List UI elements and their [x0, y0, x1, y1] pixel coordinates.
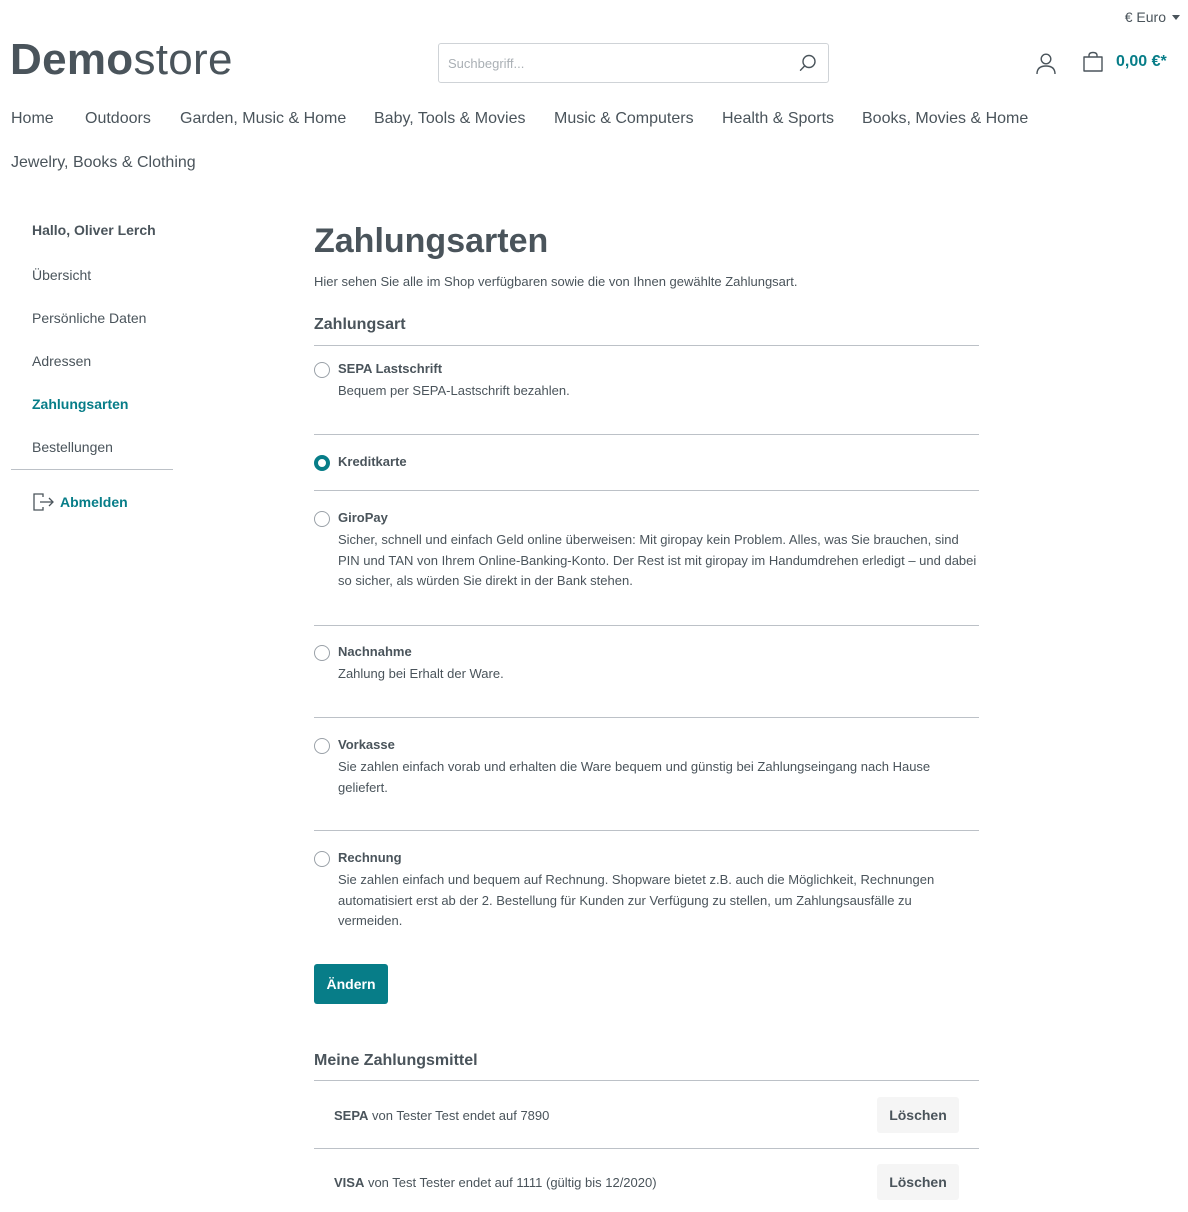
payment-option-prepayment[interactable]: Vorkasse Sie zahlen einfach vorab und er…: [314, 737, 979, 797]
radio-button[interactable]: [314, 511, 330, 527]
payment-option-name: Vorkasse: [338, 737, 395, 752]
nav-item-outdoors[interactable]: Outdoors: [85, 110, 151, 128]
nav-item-baby-tools-movies[interactable]: Baby, Tools & Movies: [374, 110, 525, 128]
payment-option-description: Bequem per SEPA-Lastschrift bezahlen.: [338, 383, 570, 398]
logo-light: store: [133, 35, 233, 84]
account-icon[interactable]: [1035, 52, 1057, 76]
delete-button[interactable]: Löschen: [877, 1164, 959, 1200]
cart-button[interactable]: 0,00 €*: [1082, 51, 1167, 73]
payment-option-cod[interactable]: Nachnahme Zahlung bei Erhalt der Ware.: [314, 644, 979, 684]
saved-payment-details: von Tester Test endet auf 7890: [368, 1108, 550, 1123]
divider: [314, 345, 979, 346]
payment-option-invoice[interactable]: Rechnung Sie zahlen einfach und bequem a…: [314, 850, 979, 930]
saved-methods-title: Meine Zahlungsmittel: [314, 1052, 478, 1069]
saved-payment-type: SEPA: [334, 1108, 369, 1123]
divider: [314, 434, 979, 435]
logout-link[interactable]: Abmelden: [32, 492, 128, 512]
sidebar-item-addresses[interactable]: Adressen: [32, 353, 91, 369]
payment-option-creditcard[interactable]: Kreditkarte: [314, 454, 979, 476]
payment-option-description: Zahlung bei Erhalt der Ware.: [338, 666, 504, 681]
page-intro: Hier sehen Sie alle im Shop verfügbaren …: [314, 274, 798, 289]
payment-option-description: Sie zahlen einfach vorab und erhalten di…: [338, 759, 931, 795]
payment-section-title: Zahlungsart: [314, 316, 406, 333]
sidebar-divider: [11, 469, 173, 470]
payment-option-name: GiroPay: [338, 510, 388, 525]
saved-payment-text: VISA von Test Tester endet auf 1111 (gül…: [334, 1175, 657, 1190]
payment-option-sepa[interactable]: SEPA Lastschrift Bequem per SEPA-Lastsch…: [314, 361, 979, 421]
divider: [314, 490, 979, 491]
nav-item-books-movies-home[interactable]: Books, Movies & Home: [862, 110, 1028, 128]
delete-button[interactable]: Löschen: [877, 1097, 959, 1133]
payment-option-name: SEPA Lastschrift: [338, 361, 443, 376]
radio-button[interactable]: [314, 738, 330, 754]
payment-option-giropay[interactable]: GiroPay Sicher, schnell und einfach Geld…: [314, 510, 979, 590]
sidebar-item-overview[interactable]: Übersicht: [32, 267, 91, 283]
search-input[interactable]: [439, 44, 788, 82]
currency-label: € Euro: [1124, 9, 1166, 25]
payment-option-name: Rechnung: [338, 850, 402, 865]
payment-option-description: Sicher, schnell und einfach Geld online …: [338, 532, 977, 588]
saved-payment-row: SEPA von Tester Test endet auf 7890 Lösc…: [314, 1082, 979, 1148]
divider: [314, 625, 979, 626]
cart-total: 0,00 €*: [1116, 53, 1167, 70]
radio-button-checked[interactable]: [314, 455, 330, 471]
logout-label: Abmelden: [60, 494, 128, 510]
nav-item-garden-music-home[interactable]: Garden, Music & Home: [180, 110, 346, 128]
logo-bold: Demo: [10, 35, 134, 84]
radio-button[interactable]: [314, 851, 330, 867]
page-title: Zahlungsarten: [314, 222, 549, 260]
divider: [314, 1080, 979, 1081]
saved-payment-type: VISA: [334, 1175, 365, 1190]
payment-option-description: Sie zahlen einfach und bequem auf Rechnu…: [338, 872, 935, 928]
currency-dropdown[interactable]: € Euro: [1125, 9, 1180, 25]
chevron-down-icon: [1172, 14, 1180, 20]
account-greeting: Hallo, Oliver Lerch: [32, 222, 156, 238]
radio-button[interactable]: [314, 362, 330, 378]
nav-item-home[interactable]: Home: [11, 110, 54, 128]
divider: [314, 717, 979, 718]
radio-button[interactable]: [314, 645, 330, 661]
nav-item-health-sports[interactable]: Health & Sports: [722, 110, 834, 128]
saved-payment-text: SEPA von Tester Test endet auf 7890: [334, 1108, 549, 1123]
payment-option-name: Kreditkarte: [338, 454, 407, 469]
sidebar-item-personal-data[interactable]: Persönliche Daten: [32, 310, 146, 326]
saved-payment-row: VISA von Test Tester endet auf 1111 (gül…: [314, 1149, 979, 1212]
payment-option-name: Nachnahme: [338, 644, 412, 659]
search-box: [438, 43, 829, 83]
sidebar-item-payment-methods[interactable]: Zahlungsarten: [32, 396, 128, 412]
logout-icon: [33, 493, 54, 511]
logo[interactable]: Demostore: [10, 34, 233, 86]
nav-item-music-computers[interactable]: Music & Computers: [554, 110, 694, 128]
change-payment-button[interactable]: Ändern: [314, 964, 388, 1004]
search-button[interactable]: [788, 44, 828, 82]
divider: [314, 830, 979, 831]
cart-icon: [1083, 51, 1103, 72]
search-icon: [799, 54, 816, 71]
saved-payment-details: von Test Tester endet auf 1111 (gültig b…: [364, 1175, 657, 1190]
sidebar-item-orders[interactable]: Bestellungen: [32, 439, 113, 455]
nav-item-jewelry-books-clothing[interactable]: Jewelry, Books & Clothing: [11, 154, 196, 172]
